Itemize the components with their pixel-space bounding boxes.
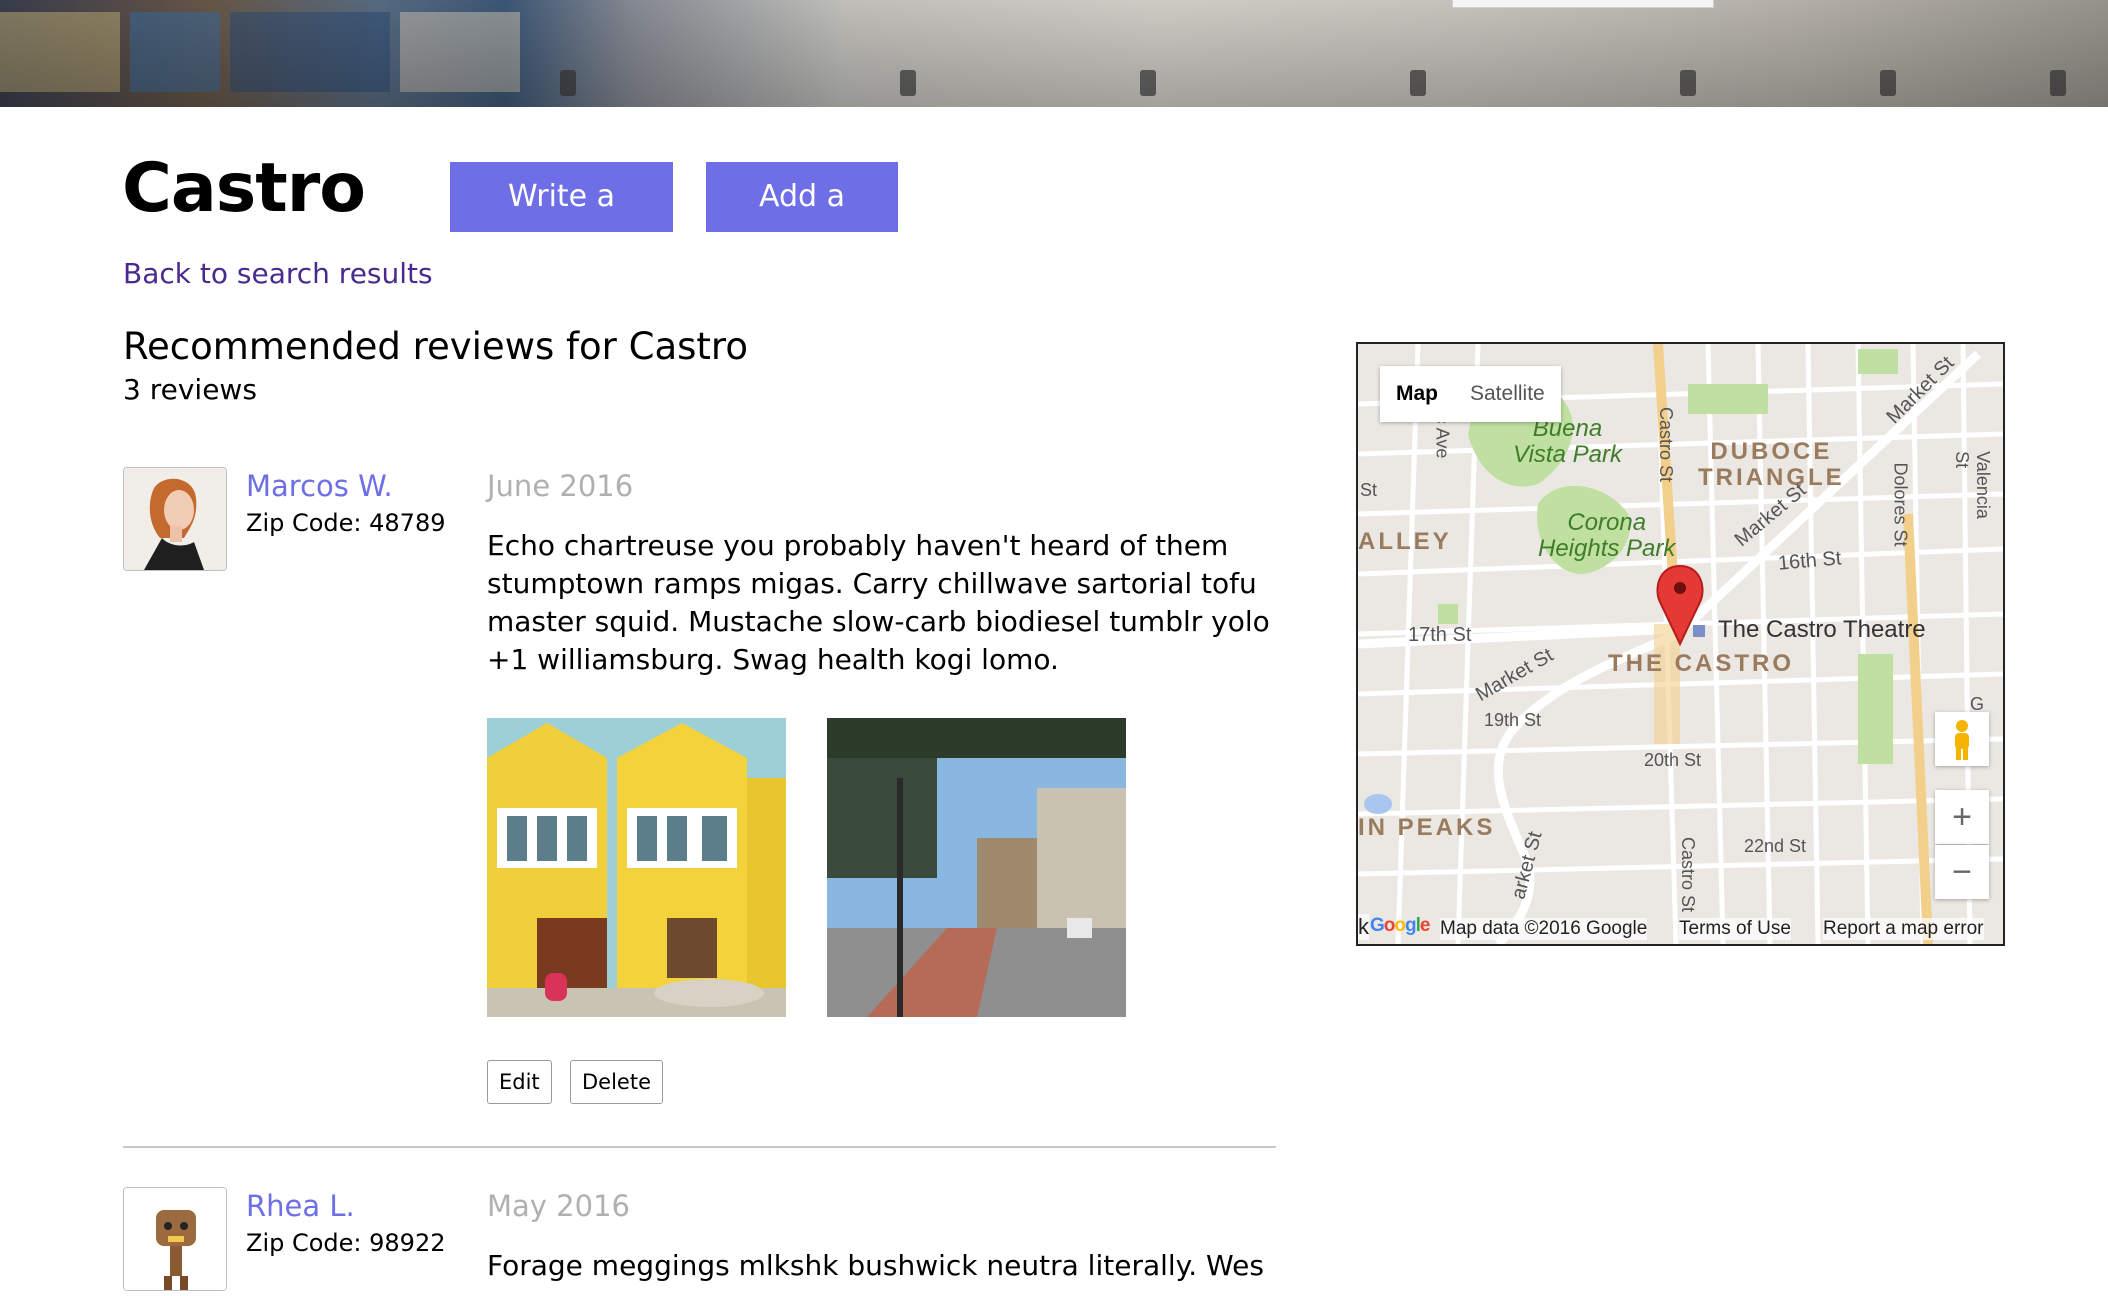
map-label-k: k (1358, 914, 1369, 940)
google-logo[interactable]: Google (1370, 901, 1430, 940)
map-label-st: St (1360, 480, 1378, 500)
review-count: 3 reviews (123, 373, 257, 406)
map-type-map-button[interactable]: Map (1380, 366, 1454, 422)
map-type-toggle: Map Satellite (1380, 366, 1561, 422)
avatar-photo-woman (124, 468, 226, 570)
map-label-valley: ALLEY (1358, 528, 1452, 555)
map-label-dolores-st: Dolores St (1890, 462, 1911, 547)
map-label-buena-vista: Buena Vista Park (1513, 415, 1622, 468)
back-to-search-link[interactable]: Back to search results (123, 254, 433, 294)
map-attribution: Map data ©2016 Google (1440, 918, 1648, 940)
page-title: Castro (122, 149, 366, 228)
review-date: May 2016 (487, 1189, 630, 1223)
reviewer-zip: Zip Code: 48789 (246, 509, 446, 537)
reviews-heading: Recommended reviews for Castro (123, 325, 748, 368)
map-report-error-link[interactable]: Report a map error (1823, 918, 1984, 940)
review-date: June 2016 (487, 469, 634, 503)
zoom-out-button[interactable]: − (1935, 845, 1989, 899)
review-photo[interactable] (827, 718, 1126, 1017)
map-label-castro-st: Castro St (1656, 406, 1677, 483)
map-label-corona-heights: Corona Heights Park (1538, 509, 1676, 562)
review-text: Echo chartreuse you probably haven't hea… (487, 529, 1270, 676)
map-terms-link[interactable]: Terms of Use (1679, 918, 1791, 940)
map-type-satellite-button[interactable]: Satellite (1454, 366, 1561, 422)
theatre-icon (1693, 625, 1705, 637)
review-text: Forage meggings mlkshk bushwick neutra l… (487, 1249, 1264, 1282)
avatar-robot (124, 1188, 226, 1290)
hero-search-bar (1452, 0, 1714, 8)
reviewer-name[interactable]: Marcos W. (246, 468, 393, 504)
zoom-in-button[interactable]: + (1935, 790, 1989, 844)
edit-review-button[interactable]: Edit (487, 1060, 552, 1104)
reviewer-zip: Zip Code: 98922 (246, 1229, 446, 1257)
avatar[interactable] (123, 1187, 227, 1291)
map-label-castro-st: Castro St (1678, 836, 1699, 913)
review-divider (123, 1146, 1276, 1148)
map-label-duboce: DUBOCE TRIANGLE (1698, 438, 1845, 491)
avatar[interactable] (123, 467, 227, 571)
street-view-pegman-button[interactable] (1935, 712, 1989, 766)
yellow-house-photo (487, 718, 786, 1017)
reviewer-name[interactable]: Rhea L. (246, 1188, 355, 1224)
map-label-castro-theatre[interactable]: The Castro Theatre (1718, 616, 1926, 644)
map-label-19th-st: 19th St (1484, 710, 1542, 730)
review-photo[interactable] (487, 718, 786, 1017)
delete-review-button[interactable]: Delete (570, 1060, 663, 1104)
map-label-valencia-st: Valencia St (1951, 451, 1993, 519)
map-label-22nd-st: 22nd St (1744, 836, 1807, 856)
hero-banner (0, 0, 2108, 107)
add-photo-button[interactable]: Add a Photo (706, 162, 898, 284)
map-footer: k Google Map data ©2016 Google Terms of … (1358, 914, 2003, 944)
pegman-icon (1955, 720, 1969, 760)
map[interactable]: Buena Vista Park Corona Heights Park DUBOC… (1356, 342, 2005, 946)
map-label-the-castro: THE CASTRO (1608, 650, 1794, 677)
map-label-peaks: IN PEAKS (1358, 814, 1496, 841)
write-review-button[interactable]: Write a Review (450, 162, 673, 284)
street-view-photo (827, 718, 1126, 1017)
map-label-20th-st: 20th St (1644, 750, 1702, 770)
map-label-17th-st: 17th St (1408, 624, 1472, 646)
